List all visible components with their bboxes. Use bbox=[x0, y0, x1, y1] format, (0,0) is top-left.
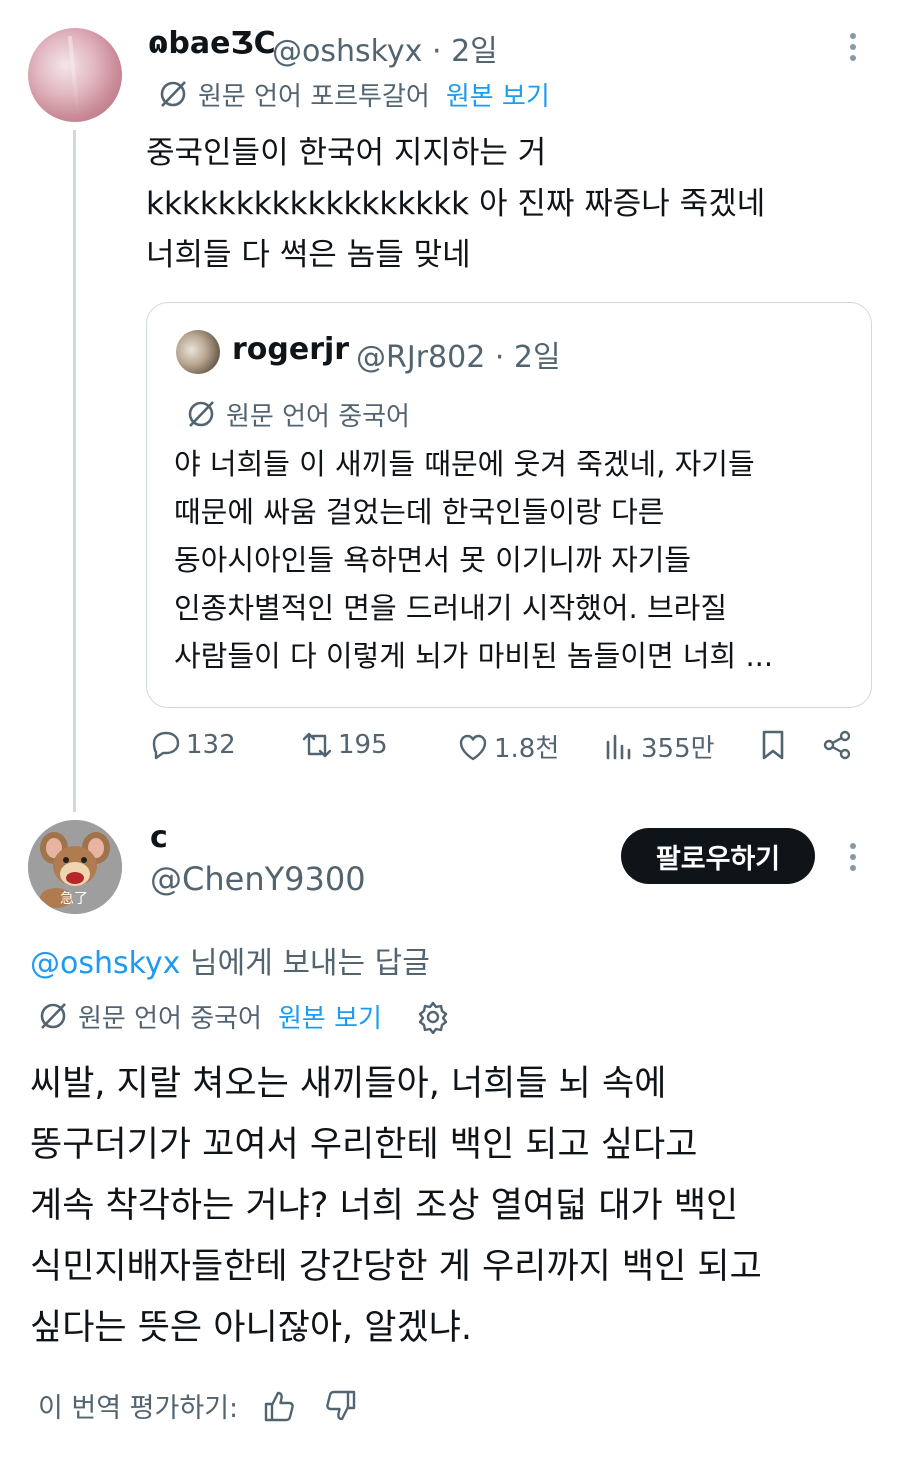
reply-text: 씨발, 지랄 쳐오는 새끼들아, 너희들 뇌 속에 똥구더기가 꼬여서 우리한테… bbox=[30, 1054, 870, 1359]
reply-text-line: 씨발, 지랄 쳐오는 새끼들아, 너희들 뇌 속에 bbox=[30, 1064, 667, 1104]
retweet-count: 195 bbox=[338, 730, 388, 760]
rate-translation-row: 이 번역 평가하기: bbox=[38, 1386, 358, 1425]
translate-icon bbox=[40, 1003, 66, 1029]
analytics-icon bbox=[606, 734, 631, 759]
bookmark-button[interactable] bbox=[756, 728, 790, 762]
reply-translation-notice: 원문 언어 중국어 원본 보기 bbox=[38, 998, 450, 1035]
gear-icon[interactable] bbox=[416, 1000, 450, 1035]
quoted-handle-and-time: @RJr802 · 2일 bbox=[356, 332, 561, 376]
quoted-text-line: 동아시아인들 욕하면서 못 이기니까 자기들 bbox=[174, 543, 692, 577]
retweet-button[interactable]: 195 bbox=[300, 728, 388, 762]
bookmark-icon bbox=[762, 730, 784, 760]
quoted-timestamp: · 2일 bbox=[494, 340, 561, 375]
display-name[interactable]: ɷbaeƷС bbox=[148, 26, 276, 61]
quoted-text-line: 때문에 싸움 걸었는데 한국인들이랑 다른 bbox=[174, 495, 665, 529]
translate-icon bbox=[188, 401, 214, 427]
replying-to-line: @oshskyx 님에게 보내는 답글 bbox=[30, 938, 430, 982]
quoted-text-line: 인종차별적인 면을 드러내기 시작했어. 브라질 bbox=[174, 591, 728, 625]
rate-translation-label: 이 번역 평가하기: bbox=[38, 1393, 239, 1424]
like-button[interactable]: 1.8천 bbox=[456, 728, 559, 765]
quoted-text-line: 사람들이 다 이렇게 뇌가 마비된 놈들이면 너희 ... bbox=[174, 639, 774, 673]
reply-count: 132 bbox=[186, 730, 236, 760]
views-button[interactable]: 355만 bbox=[603, 728, 715, 765]
reply-avatar[interactable]: 急了 bbox=[28, 820, 122, 914]
follow-button[interactable]: 팔로우하기 bbox=[621, 828, 815, 884]
quoted-translation-label: 원문 언어 중국어 bbox=[226, 402, 410, 432]
handle-and-time: @oshskyx · 2일 bbox=[272, 26, 498, 70]
quoted-text-line: 야 너희들 이 새끼들 때문에 웃겨 죽겠네, 자기들 bbox=[174, 447, 755, 481]
handle[interactable]: @oshskyx bbox=[272, 34, 422, 69]
reply-translation-label: 원문 언어 중국어 bbox=[78, 1004, 262, 1034]
tweet-text-line: 중국인들이 한국어 지지하는 거 bbox=[146, 135, 547, 171]
translation-label: 원문 언어 포르투갈어 bbox=[198, 82, 430, 112]
view-count: 355만 bbox=[641, 734, 715, 764]
show-original-link[interactable]: 원본 보기 bbox=[446, 82, 550, 112]
reply-text-line: 싶다는 뜻은 아니잖아, 알겠냐. bbox=[30, 1308, 473, 1348]
quoted-avatar bbox=[176, 330, 220, 374]
tweet-text: 중국인들이 한국어 지지하는 거 kkkkkkkkkkkkkkkkkk 아 진짜… bbox=[146, 128, 866, 281]
reply-icon bbox=[152, 731, 180, 760]
share-button[interactable] bbox=[820, 728, 854, 762]
thread-connector-line bbox=[73, 130, 76, 812]
reply-show-original-link[interactable]: 원본 보기 bbox=[278, 1004, 382, 1034]
reply-text-line: 식민지배자들한테 강간당한 게 우리까지 백인 되고 bbox=[30, 1247, 762, 1287]
tweet-text-line: 너희들 다 썩은 놈들 맞네 bbox=[146, 237, 471, 273]
translation-notice: 원문 언어 포르투갈어 원본 보기 bbox=[158, 76, 550, 113]
translate-icon bbox=[160, 81, 186, 107]
avatar[interactable] bbox=[28, 28, 122, 122]
more-options-icon[interactable] bbox=[846, 32, 860, 62]
reply-text-line: 계속 착각하는 거냐? 너희 조상 열여덟 대가 백인 bbox=[30, 1186, 739, 1226]
reply-handle[interactable]: @ChenY9300 bbox=[150, 860, 366, 898]
retweet-icon bbox=[302, 732, 332, 758]
reply-display-name[interactable]: c bbox=[150, 820, 168, 855]
replying-to-mention[interactable]: @oshskyx bbox=[30, 946, 180, 981]
reply-button[interactable]: 132 bbox=[148, 728, 236, 762]
timestamp[interactable]: · 2일 bbox=[432, 34, 498, 69]
quoted-translation-notice: 원문 언어 중국어 bbox=[186, 396, 410, 433]
thumbs-down-icon[interactable] bbox=[322, 1388, 358, 1424]
quoted-tweet-text: 야 너희들 이 새끼들 때문에 웃겨 죽겠네, 자기들 때문에 싸움 걸었는데 … bbox=[174, 440, 854, 680]
reply-more-options-icon[interactable] bbox=[846, 842, 860, 872]
replying-to-suffix: 님에게 보내는 답글 bbox=[180, 946, 430, 981]
quoted-display-name: rogerjr bbox=[232, 332, 350, 367]
share-icon bbox=[823, 730, 851, 760]
avatar-caption: 急了 bbox=[60, 891, 88, 907]
tweet-text-line: kkkkkkkkkkkkkkkkkk 아 진짜 짜증나 죽겠네 bbox=[146, 186, 766, 222]
reply-text-line: 똥구더기가 꼬여서 우리한테 백인 되고 싶다고 bbox=[30, 1125, 698, 1165]
thumbs-up-icon[interactable] bbox=[262, 1388, 298, 1424]
like-count: 1.8천 bbox=[494, 734, 560, 764]
quoted-handle: @RJr802 bbox=[356, 340, 486, 375]
heart-icon bbox=[459, 734, 487, 760]
